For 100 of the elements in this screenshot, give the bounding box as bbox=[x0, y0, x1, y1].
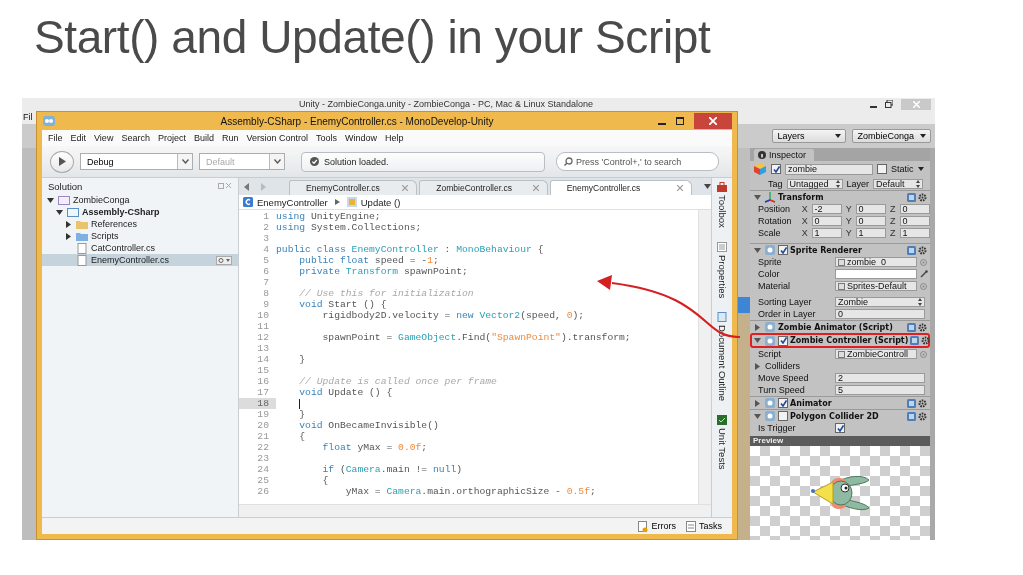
number-field[interactable]: 2 bbox=[835, 373, 925, 383]
code-line: public class EnemyController : MonoBehaviour { bbox=[276, 244, 544, 255]
object-field[interactable]: Sprites-Default bbox=[835, 281, 917, 291]
inspector-tab[interactable]: Inspector bbox=[754, 149, 815, 161]
color-field[interactable] bbox=[835, 269, 917, 279]
status-bar-button[interactable]: Errors bbox=[638, 520, 676, 532]
tree-item[interactable]: References bbox=[42, 218, 238, 230]
checkbox[interactable] bbox=[778, 335, 788, 346]
gear-menu-icon[interactable] bbox=[216, 255, 232, 265]
number-field[interactable]: 1 bbox=[811, 228, 842, 238]
number-field[interactable]: 0 bbox=[855, 204, 886, 214]
collapse-triangle-icon[interactable] bbox=[46, 195, 55, 205]
menu-item[interactable]: Search bbox=[121, 133, 150, 143]
tree-item[interactable]: CatController.cs bbox=[42, 242, 238, 254]
number-field[interactable]: 1 bbox=[855, 228, 886, 238]
check-circle-icon bbox=[310, 157, 319, 166]
breadcrumb-item[interactable]: Update () bbox=[360, 196, 401, 208]
close-button[interactable] bbox=[694, 113, 732, 129]
number-field[interactable]: -2 bbox=[811, 204, 842, 214]
checkmark-icon bbox=[779, 399, 787, 407]
axis-label: X bbox=[801, 204, 809, 214]
menu-item[interactable]: View bbox=[94, 133, 114, 143]
back-arrow-icon[interactable] bbox=[243, 182, 251, 191]
number-field[interactable]: 1 bbox=[899, 228, 930, 238]
checkbox[interactable] bbox=[835, 423, 845, 433]
gear-icon[interactable] bbox=[918, 192, 927, 202]
line-number: 18 bbox=[239, 398, 276, 409]
line-number: 25 bbox=[256, 475, 270, 486]
restore-icon[interactable] bbox=[885, 100, 893, 108]
tree-item[interactable]: Assembly-CSharp bbox=[42, 206, 238, 218]
axis-label: X bbox=[801, 216, 809, 226]
breadcrumb-item[interactable]: EnemyController bbox=[257, 196, 328, 208]
layer-dropdown[interactable]: Default bbox=[873, 178, 924, 189]
folder-icon bbox=[76, 230, 88, 242]
axis-label: Z bbox=[889, 216, 897, 226]
file-tab[interactable]: EnemyController.cs bbox=[289, 180, 418, 195]
checkbox[interactable] bbox=[778, 398, 788, 408]
caret-icon[interactable] bbox=[917, 166, 924, 172]
code-line: using UnityEngine; bbox=[276, 211, 381, 222]
collapse-triangle-icon[interactable] bbox=[55, 207, 64, 217]
line-number: 1 bbox=[262, 211, 270, 222]
menu-item[interactable]: Edit bbox=[70, 133, 87, 143]
line-number: 15 bbox=[256, 365, 270, 376]
line-number: 21 bbox=[256, 431, 270, 442]
pad-tab[interactable]: Properties bbox=[716, 241, 728, 299]
foldout-label[interactable]: Colliders bbox=[765, 361, 800, 371]
search-field[interactable]: Press 'Control+,' to search bbox=[556, 152, 719, 171]
menu-item[interactable]: Help bbox=[385, 133, 404, 143]
app-icon bbox=[42, 115, 56, 127]
number-field[interactable]: 0 bbox=[899, 216, 930, 226]
checkbox[interactable] bbox=[877, 164, 887, 174]
object-field[interactable]: zombie_0 bbox=[835, 257, 917, 267]
menu-item[interactable]: Tools bbox=[316, 133, 338, 143]
pad-title: Solution bbox=[48, 180, 83, 192]
menu-item[interactable]: Window bbox=[345, 133, 378, 143]
number-field[interactable]: 5 bbox=[835, 385, 925, 395]
file-tab[interactable]: ZombieController.cs bbox=[419, 180, 548, 195]
menu-item[interactable]: Project bbox=[157, 133, 186, 143]
line-number: 12 bbox=[256, 332, 270, 343]
tree-item[interactable]: ZombieConga bbox=[42, 194, 238, 206]
expand-triangle-icon[interactable] bbox=[64, 219, 73, 229]
checkbox[interactable] bbox=[778, 245, 788, 255]
pad-tab[interactable]: Unit Tests bbox=[716, 415, 728, 470]
layout-dropdown[interactable]: ZombieConga bbox=[852, 129, 931, 143]
eyedropper-icon[interactable] bbox=[920, 270, 928, 278]
configuration-dropdown[interactable]: Debug bbox=[80, 153, 193, 170]
tree-item[interactable]: Scripts bbox=[42, 230, 238, 242]
file-tab[interactable]: EnemyController.cs bbox=[549, 180, 692, 195]
number-field[interactable]: 0 bbox=[811, 216, 842, 226]
maximize-icon[interactable] bbox=[676, 117, 684, 125]
gear-icon[interactable] bbox=[918, 245, 927, 255]
checkmark-icon bbox=[836, 424, 844, 432]
line-number: 24 bbox=[256, 464, 270, 475]
number-field[interactable]: 0 bbox=[899, 204, 930, 214]
line-number: 22 bbox=[256, 442, 270, 453]
menu-item[interactable]: Fil bbox=[23, 112, 33, 122]
checkbox[interactable] bbox=[771, 164, 781, 174]
checkbox[interactable] bbox=[778, 411, 788, 421]
close-icon bbox=[912, 100, 920, 108]
tree-item[interactable]: EnemyController.cs bbox=[42, 254, 238, 266]
layers-dropdown[interactable]: Layers bbox=[772, 129, 847, 143]
run-button[interactable] bbox=[50, 150, 74, 173]
menu-item[interactable]: File bbox=[48, 133, 63, 143]
pad-tab[interactable]: Toolbox bbox=[716, 182, 728, 228]
menu-item[interactable]: Version Control bbox=[246, 133, 308, 143]
expand-triangle-icon[interactable] bbox=[64, 231, 73, 241]
object-field[interactable]: ZombieControll bbox=[835, 349, 917, 359]
caret-icon[interactable] bbox=[704, 184, 711, 189]
menu-item[interactable]: Run bbox=[221, 133, 239, 143]
number-field[interactable]: 0 bbox=[855, 216, 886, 226]
tag-dropdown[interactable]: Untagged bbox=[786, 178, 843, 189]
separator-arrow-icon bbox=[334, 199, 340, 205]
status-text: Solution loaded. bbox=[324, 156, 389, 167]
menu-item[interactable]: Build bbox=[193, 133, 214, 143]
code-line: // Update is called once per frame bbox=[298, 376, 497, 387]
dropdown[interactable]: Zombie bbox=[835, 297, 925, 307]
name-field[interactable]: zombie bbox=[785, 163, 873, 175]
number-field[interactable]: 0 bbox=[835, 309, 925, 319]
status-bar-button[interactable]: Tasks bbox=[686, 520, 722, 532]
pad-tab[interactable]: Document Outline bbox=[716, 312, 728, 402]
